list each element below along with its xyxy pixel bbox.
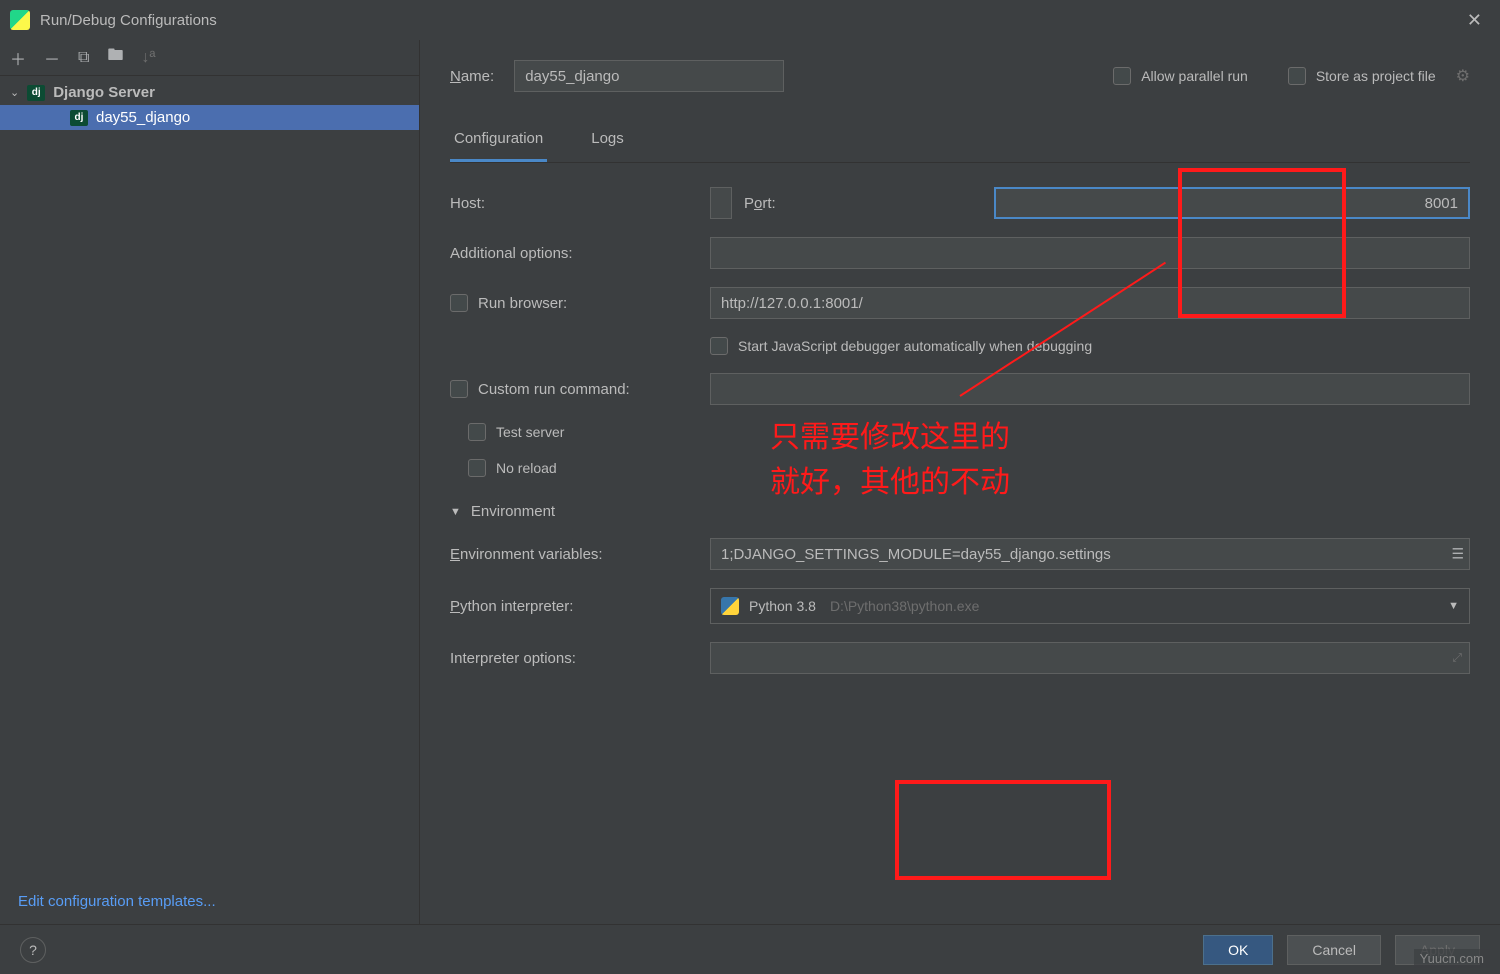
edit-templates-link[interactable]: Edit configuration templates...: [0, 879, 419, 924]
interp-path: D:\Python38\python.exe: [830, 598, 979, 614]
tabs: Configuration Logs: [450, 122, 1470, 163]
custom-run-checkbox[interactable]: [450, 380, 468, 398]
tree-item-day55[interactable]: dj day55_django: [0, 105, 419, 130]
title-bar: Run/Debug Configurations ✕: [0, 0, 1500, 40]
remove-icon[interactable]: －: [44, 46, 60, 70]
port-input[interactable]: [994, 187, 1470, 219]
host-label: Host:: [450, 195, 690, 212]
tree-item-label: day55_django: [96, 109, 190, 126]
django-icon: dj: [27, 85, 45, 101]
interp-options-label: Interpreter options:: [450, 650, 690, 667]
python-interpreter-select[interactable]: Python 3.8 D:\Python38\python.exe ▼: [710, 588, 1470, 624]
additional-options-input[interactable]: [710, 237, 1470, 269]
bottom-bar: ? OK Cancel Apply: [0, 924, 1500, 974]
env-vars-input[interactable]: [710, 538, 1470, 570]
store-project-label: Store as project file: [1316, 68, 1436, 84]
environment-label: Environment: [471, 503, 555, 520]
python-icon: [721, 597, 739, 615]
sort-icon[interactable]: ↓ª: [141, 49, 155, 67]
chevron-down-icon: ⌄: [10, 86, 19, 99]
tree-group-label: Django Server: [53, 84, 155, 101]
tab-configuration[interactable]: Configuration: [450, 122, 547, 162]
environment-section-header[interactable]: ▼ Environment: [450, 503, 1470, 520]
cancel-button[interactable]: Cancel: [1287, 935, 1381, 965]
allow-parallel-label: Allow parallel run: [1141, 68, 1248, 84]
checkbox-icon: [1288, 67, 1306, 85]
triangle-down-icon: ▼: [450, 506, 461, 518]
checkbox-icon: [468, 459, 486, 477]
test-server-label: Test server: [496, 424, 564, 440]
tree-group-django[interactable]: ⌄ dj Django Server: [0, 80, 419, 105]
chevron-down-icon: ▼: [1448, 600, 1459, 612]
list-icon[interactable]: ☰: [1451, 546, 1464, 563]
copy-icon[interactable]: ⧉: [78, 49, 89, 67]
custom-run-input[interactable]: [710, 373, 1470, 405]
env-vars-label: Environment variables:: [450, 546, 690, 563]
django-icon: dj: [70, 110, 88, 126]
config-tree: ⌄ dj Django Server dj day55_django: [0, 76, 419, 879]
interp-name: Python 3.8: [749, 598, 816, 614]
form: Host: Port: Additional options: Run brow…: [450, 187, 1470, 674]
checkbox-icon: [468, 423, 486, 441]
tab-logs[interactable]: Logs: [587, 122, 628, 162]
interp-options-input[interactable]: [710, 642, 1470, 674]
checkbox-icon: [710, 337, 728, 355]
custom-run-label: Custom run command:: [450, 380, 690, 398]
port-label: Port:: [744, 195, 984, 212]
test-server-checkbox[interactable]: Test server: [468, 423, 564, 441]
folder-icon[interactable]: 🖿: [107, 44, 123, 71]
app-icon: [10, 10, 30, 30]
watermark: Yuucn.com: [1414, 949, 1490, 968]
expand-icon[interactable]: ⤢: [1452, 651, 1462, 666]
help-button[interactable]: ?: [20, 937, 46, 963]
python-interp-label: Python interpreter:: [450, 598, 690, 615]
sidebar: ＋ － ⧉ 🖿 ↓ª ⌄ dj Django Server dj day55_d…: [0, 40, 420, 924]
run-browser-checkbox[interactable]: [450, 294, 468, 312]
add-icon[interactable]: ＋: [10, 46, 26, 70]
js-debugger-label: Start JavaScript debugger automatically …: [738, 338, 1092, 354]
name-input[interactable]: [514, 60, 784, 92]
ok-button[interactable]: OK: [1203, 935, 1273, 965]
gear-icon[interactable]: ⚙: [1456, 66, 1470, 86]
allow-parallel-checkbox[interactable]: Allow parallel run: [1113, 67, 1248, 85]
content-panel: Name: Allow parallel run Store as projec…: [420, 40, 1500, 924]
name-label: Name:: [450, 68, 494, 85]
no-reload-checkbox[interactable]: No reload: [468, 459, 557, 477]
run-browser-input[interactable]: [710, 287, 1470, 319]
host-input[interactable]: [710, 187, 732, 219]
additional-options-label: Additional options:: [450, 245, 690, 262]
store-project-checkbox[interactable]: Store as project file: [1288, 67, 1436, 85]
close-icon[interactable]: ✕: [1459, 6, 1490, 35]
checkbox-icon: [1113, 67, 1131, 85]
js-debugger-checkbox[interactable]: Start JavaScript debugger automatically …: [710, 337, 1470, 355]
sidebar-toolbar: ＋ － ⧉ 🖿 ↓ª: [0, 40, 419, 76]
run-browser-label: Run browser:: [450, 294, 690, 312]
no-reload-label: No reload: [496, 460, 557, 476]
window-title: Run/Debug Configurations: [40, 12, 217, 29]
